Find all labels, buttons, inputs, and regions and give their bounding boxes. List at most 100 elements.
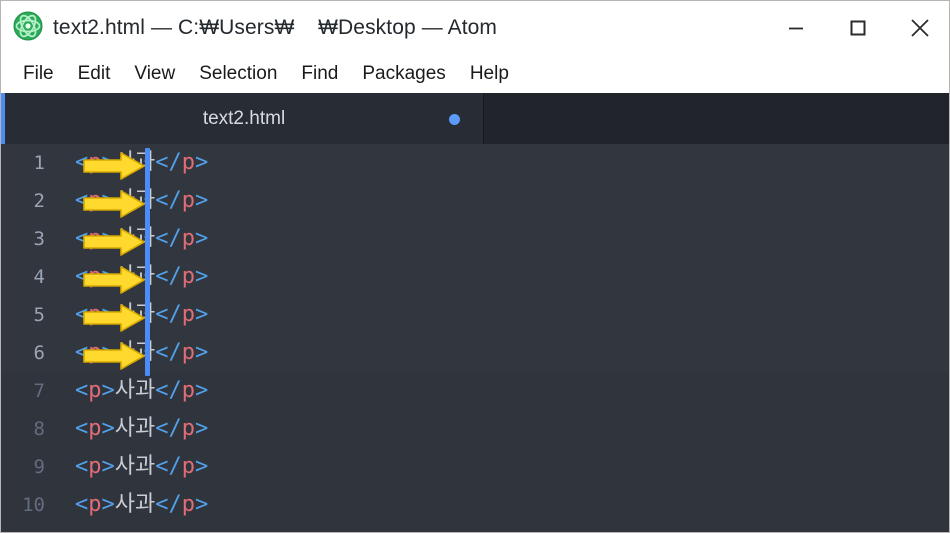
line-number: 9 [33,456,45,478]
multi-cursor-bar [145,148,150,376]
tab-label: text2.html [202,107,286,129]
token-close-bracket: </ [155,188,182,213]
token-open-tag: p [88,492,102,517]
token-open-bracket: < [75,264,89,289]
menu-bar: File Edit View Selection Find Packages H… [1,54,949,93]
menu-item-selection[interactable]: Selection [187,54,289,93]
token-open-bracket-close: > [101,378,115,403]
token-open-bracket: < [75,302,89,327]
token-open-tag: p [88,264,102,289]
token-open-bracket-close: > [101,340,115,365]
token-open-bracket: < [75,150,89,175]
token-close-bracket-close: > [194,226,209,251]
token-open-tag: p [88,378,102,403]
token-close-bracket-close: > [194,302,209,327]
token-open-tag: p [88,416,102,441]
token-close-bracket-close: > [194,340,209,365]
line-number: 1 [33,152,45,174]
menu-item-view[interactable]: View [122,54,187,93]
token-open-bracket: < [75,492,89,517]
editor-line-1[interactable]: 1 <p>사과</p> [1,144,949,182]
token-close-tag: p [181,416,195,441]
line-number: 10 [22,494,45,516]
line-code: <p>사과</p> [75,486,208,524]
editor-line-7[interactable]: 7 <p>사과</p> [1,372,949,410]
token-open-bracket-close: > [101,264,115,289]
token-content: 사과 [114,416,156,441]
token-open-bracket: < [75,226,89,251]
menu-item-file[interactable]: File [11,54,66,93]
maximize-button[interactable] [827,1,889,54]
editor-line-5[interactable]: 5 <p>사과</p> [1,296,949,334]
code-editor-area[interactable]: 1 <p>사과</p> 2 <p>사과</p> 3 <p>사과</p> 4 <p… [1,144,949,532]
token-open-bracket-close: > [101,492,115,517]
token-content: 사과 [114,454,156,479]
editor-line-9[interactable]: 9 <p>사과</p> [1,448,949,486]
line-number: 5 [33,304,45,326]
close-icon [911,18,929,37]
token-close-bracket: </ [155,340,182,365]
token-close-bracket-close: > [194,492,209,517]
token-close-bracket: </ [155,454,182,479]
token-open-bracket-close: > [101,188,115,213]
maximize-icon [850,20,866,35]
line-code: <p>사과</p> [75,296,208,334]
editor-shell: text2.html 1 <p>사과</p> 2 <p>사과</p> 3 <p>… [1,93,949,532]
token-open-tag: p [88,150,102,175]
token-open-tag: p [88,302,102,327]
token-close-tag: p [181,226,195,251]
menu-item-find[interactable]: Find [289,54,350,93]
token-close-tag: p [181,378,195,403]
token-close-tag: p [181,150,195,175]
token-close-bracket-close: > [194,150,209,175]
editor-line-3[interactable]: 3 <p>사과</p> [1,220,949,258]
line-number: 6 [33,342,45,364]
tab-modified-indicator-icon[interactable] [449,114,460,125]
token-close-bracket-close: > [194,264,209,289]
token-close-bracket: </ [155,302,182,327]
token-close-bracket: </ [155,492,182,517]
token-open-bracket: < [75,378,89,403]
token-open-tag: p [88,226,102,251]
window-controls [765,1,949,54]
editor-line-4[interactable]: 4 <p>사과</p> [1,258,949,296]
token-close-tag: p [181,302,195,327]
menu-item-packages[interactable]: Packages [350,54,457,93]
token-close-bracket: </ [155,226,182,251]
token-open-bracket: < [75,416,89,441]
editor-line-10[interactable]: 10 <p>사과</p> [1,486,949,524]
token-open-bracket-close: > [101,302,115,327]
token-content: 사과 [114,378,156,403]
token-close-tag: p [181,340,195,365]
menu-item-edit[interactable]: Edit [66,54,123,93]
token-open-bracket-close: > [101,150,115,175]
token-close-bracket: </ [155,150,182,175]
token-close-bracket: </ [155,264,182,289]
token-open-tag: p [88,340,102,365]
line-number: 3 [33,228,45,250]
token-open-bracket-close: > [101,454,115,479]
editor-line-6[interactable]: 6 <p>사과</p> [1,334,949,372]
line-number: 2 [33,190,45,212]
token-open-bracket: < [75,454,89,479]
token-close-tag: p [181,492,195,517]
line-number: 4 [33,266,45,288]
token-close-bracket-close: > [194,416,209,441]
editor-line-8[interactable]: 8 <p>사과</p> [1,410,949,448]
tab-text2-html[interactable]: text2.html [5,93,484,144]
editor-line-2[interactable]: 2 <p>사과</p> [1,182,949,220]
close-button[interactable] [889,1,949,54]
menu-item-help[interactable]: Help [458,54,521,93]
token-open-bracket: < [75,188,89,213]
line-number: 7 [33,380,45,402]
token-open-bracket: < [75,340,89,365]
token-open-bracket-close: > [101,416,115,441]
token-open-tag: p [88,188,102,213]
token-open-bracket-close: > [101,226,115,251]
line-code: <p>사과</p> [75,182,208,220]
token-content: 사과 [114,492,156,517]
line-code: <p>사과</p> [75,220,208,258]
line-code: <p>사과</p> [75,144,208,182]
minimize-button[interactable] [765,1,827,54]
token-close-tag: p [181,188,195,213]
